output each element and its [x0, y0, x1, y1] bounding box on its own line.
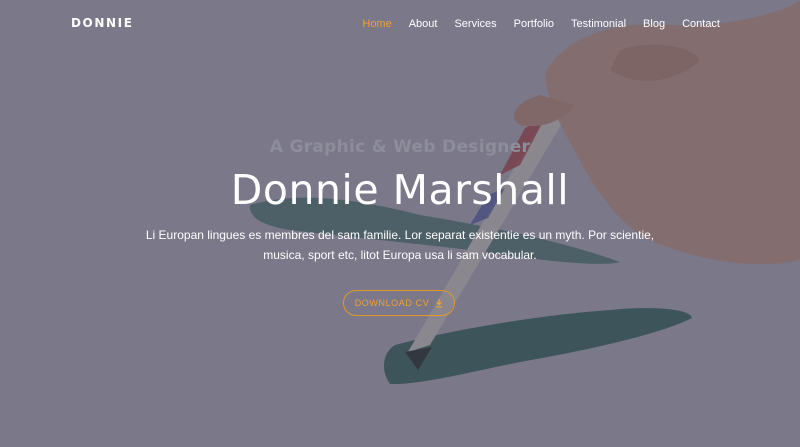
- hero-description: Li Europan lingues es membres del sam fa…: [145, 228, 655, 262]
- nav-link-testimonial[interactable]: Testimonial: [563, 16, 635, 32]
- nav-item-home: Home: [354, 16, 400, 32]
- hero-section: DONNIE Home About Services Portfolio Tes…: [0, 0, 800, 447]
- hero-title: Donnie Marshall: [230, 166, 570, 214]
- nav-link-services[interactable]: Services: [446, 16, 505, 32]
- download-icon: [436, 298, 443, 307]
- nav-item-contact: Contact: [674, 16, 720, 32]
- nav-item-blog: Blog: [635, 16, 674, 32]
- navbar: DONNIE Home About Services Portfolio Tes…: [0, 0, 800, 48]
- download-cv-label: DOWNLOAD CV: [354, 298, 430, 308]
- nav-menu: Home About Services Portfolio Testimonia…: [354, 16, 720, 32]
- nav-item-testimonial: Testimonial: [563, 16, 635, 32]
- hero-subtitle: A Graphic & Web Designer: [269, 137, 531, 157]
- nav-link-blog[interactable]: Blog: [635, 16, 674, 32]
- nav-link-home[interactable]: Home: [354, 16, 400, 32]
- nav-item-about: About: [400, 16, 446, 32]
- nav-link-about[interactable]: About: [400, 16, 446, 32]
- nav-item-services: Services: [446, 16, 505, 32]
- download-cv-button[interactable]: DOWNLOAD CV: [343, 290, 455, 316]
- dark-overlay: [0, 0, 800, 447]
- nav-item-portfolio: Portfolio: [505, 16, 562, 32]
- brand-logo[interactable]: DONNIE: [71, 16, 134, 30]
- nav-link-portfolio[interactable]: Portfolio: [505, 16, 562, 32]
- nav-link-contact[interactable]: Contact: [674, 16, 720, 32]
